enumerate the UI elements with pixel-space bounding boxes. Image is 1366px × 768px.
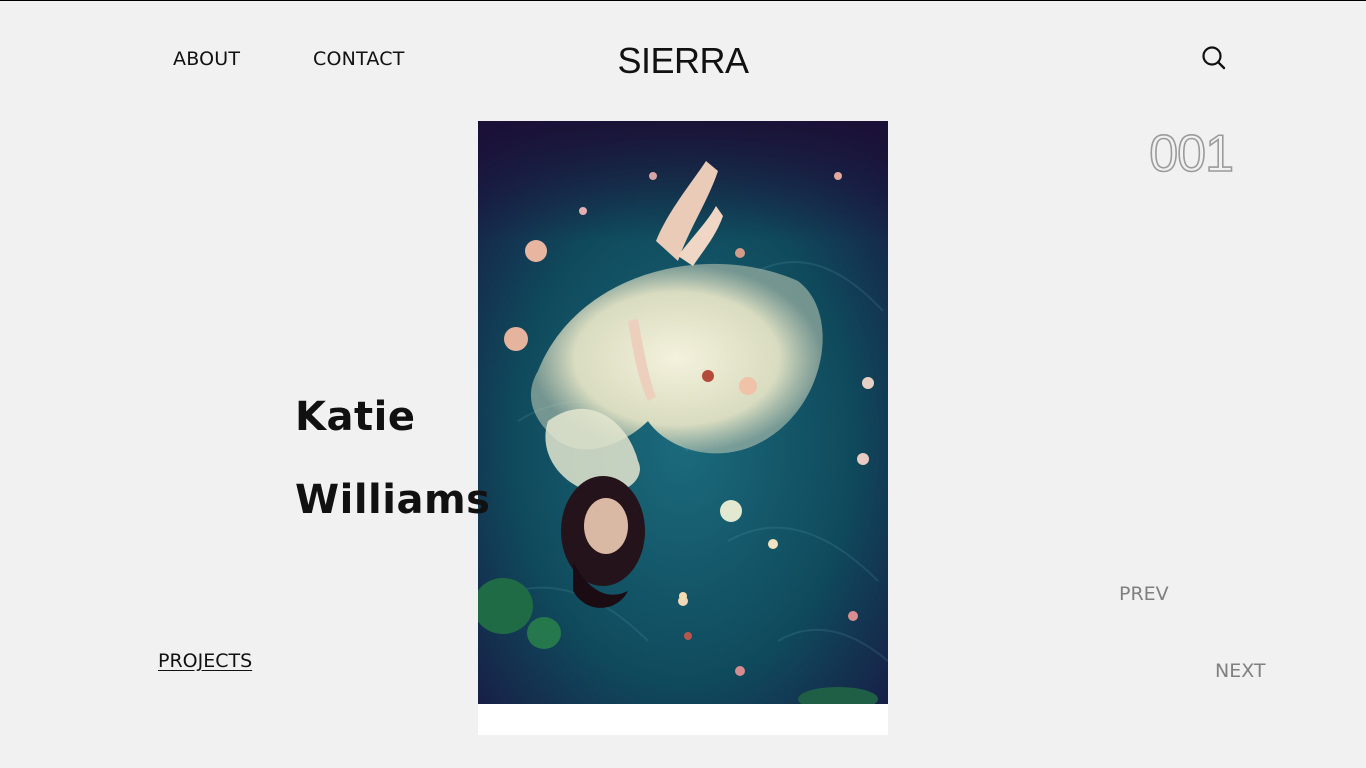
project-title-last-name: Williams xyxy=(295,477,491,523)
projects-link[interactable]: PROJECTS xyxy=(158,650,252,672)
project-title-first-name: Katie xyxy=(295,394,416,440)
project-image-frame xyxy=(478,121,888,735)
project-number: 001 xyxy=(1148,124,1234,184)
nav-about-link[interactable]: ABOUT xyxy=(173,48,240,70)
prev-button[interactable]: PREV xyxy=(1119,583,1169,605)
brand-logo[interactable]: SIERRA xyxy=(617,40,749,81)
nav-contact-link[interactable]: CONTACT xyxy=(313,48,405,70)
project-photo[interactable] xyxy=(478,121,888,704)
top-border xyxy=(0,0,1366,1)
search-icon[interactable] xyxy=(1200,44,1228,72)
next-button[interactable]: NEXT xyxy=(1215,660,1266,682)
